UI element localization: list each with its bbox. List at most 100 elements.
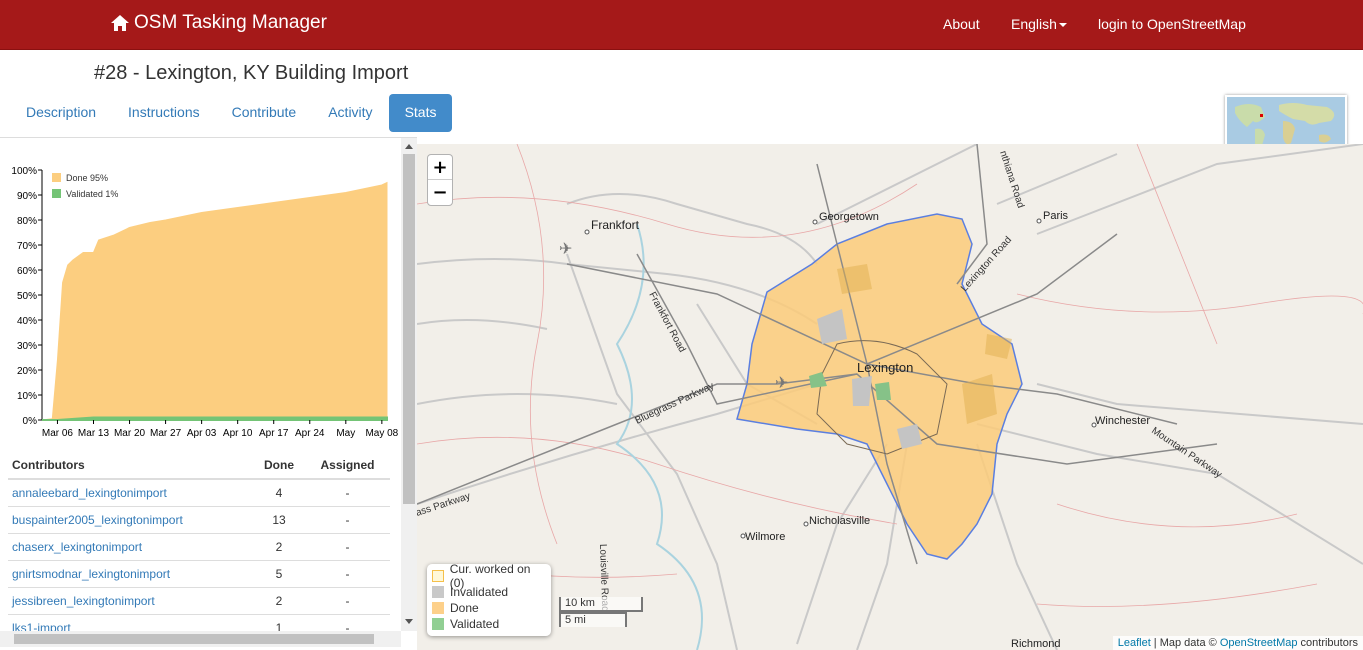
stats-panel: 0% 10% 20% 30% 40% 50% 60% 70% 80% 90% 100% Mar 06 M… bbox=[0, 137, 417, 650]
caret-down-icon bbox=[1058, 23, 1067, 28]
table-row: chaserx_lexingtonimport 2- bbox=[8, 533, 390, 561]
table-row: annaleebard_lexingtonimport 4- bbox=[8, 479, 390, 507]
attribution-text: | Map data © bbox=[1150, 637, 1220, 649]
map-attribution: Leaflet | Map data © OpenStreetMap contr… bbox=[1112, 636, 1363, 650]
place-georgetown: Georgetown bbox=[819, 211, 879, 223]
scroll-up-icon[interactable] bbox=[405, 144, 413, 149]
contributor-link[interactable]: jessibreen_lexingtonimport bbox=[12, 594, 155, 608]
assigned-count: - bbox=[305, 533, 390, 561]
legend-label: Invalidated bbox=[450, 585, 509, 599]
header-done[interactable]: Done bbox=[252, 452, 306, 480]
x-tick-label: Apr 24 bbox=[295, 428, 325, 439]
osm-link[interactable]: OpenStreetMap bbox=[1220, 637, 1298, 649]
scale-bar: 10 km 5 mi bbox=[559, 597, 643, 627]
zoom-out-button[interactable]: − bbox=[428, 180, 452, 205]
x-tick-label: Mar 20 bbox=[114, 428, 146, 439]
map-tiles: ✈ ✈ Frankfort Georgetown Paris Lexington… bbox=[417, 144, 1363, 650]
y-tick-label: 100% bbox=[11, 166, 37, 177]
airport-icon: ✈ bbox=[775, 375, 788, 392]
legend-swatch bbox=[432, 586, 444, 598]
assigned-count: - bbox=[305, 560, 390, 588]
tab-bar: Description Instructions Contribute Acti… bbox=[10, 94, 453, 132]
x-tick-label: May 08 bbox=[365, 428, 398, 439]
done-count: 13 bbox=[252, 506, 306, 534]
legend-row: Validated bbox=[432, 616, 546, 632]
x-tick-label: Mar 13 bbox=[78, 428, 110, 439]
series-area-done bbox=[41, 181, 388, 421]
legend-swatch bbox=[52, 173, 61, 182]
place-frankfort: Frankfort bbox=[591, 218, 640, 232]
horizontal-scrollbar[interactable] bbox=[0, 631, 401, 647]
map[interactable]: ✈ ✈ Frankfort Georgetown Paris Lexington… bbox=[417, 144, 1363, 650]
done-count: 4 bbox=[252, 479, 306, 507]
vertical-scrollbar[interactable] bbox=[401, 138, 417, 631]
tab-contribute[interactable]: Contribute bbox=[216, 94, 313, 132]
road-bluegrass: Bluegrass Parkway bbox=[634, 381, 716, 427]
x-tick-label: Mar 27 bbox=[150, 428, 182, 439]
zoom-in-button[interactable]: + bbox=[428, 155, 452, 180]
x-tick-label: May bbox=[336, 428, 355, 439]
place-winchester: Winchester bbox=[1095, 415, 1150, 427]
contributor-link[interactable]: buspainter2005_lexingtonimport bbox=[12, 513, 183, 527]
contributor-link[interactable]: gnirtsmodnar_lexingtonimport bbox=[12, 567, 170, 581]
done-count: 5 bbox=[252, 560, 306, 588]
scale-km: 10 km bbox=[559, 597, 643, 612]
airport-icon: ✈ bbox=[559, 241, 572, 258]
x-tick-label: Mar 06 bbox=[42, 428, 74, 439]
language-dropdown[interactable]: English bbox=[1011, 16, 1067, 32]
series-area-validated bbox=[42, 416, 388, 421]
table-header-row: Contributors Done Assigned bbox=[8, 452, 390, 480]
header-assigned[interactable]: Assigned bbox=[305, 452, 390, 480]
place-nicholasville: Nicholasville bbox=[809, 515, 870, 527]
place-lexington: Lexington bbox=[857, 360, 913, 375]
map-legend: Cur. worked on (0) Invalidated Done Vali… bbox=[427, 562, 551, 636]
attribution-suffix: contributors bbox=[1297, 637, 1358, 649]
tab-description[interactable]: Description bbox=[10, 94, 112, 132]
tab-stats[interactable]: Stats bbox=[388, 94, 453, 132]
road-cynthiana: nthiana Road bbox=[997, 150, 1026, 210]
y-tick-label: 40% bbox=[17, 316, 37, 327]
assigned-count: - bbox=[305, 587, 390, 615]
legend-label: Validated 1% bbox=[66, 189, 118, 199]
header-contributors[interactable]: Contributors bbox=[8, 452, 253, 480]
scale-mi: 5 mi bbox=[559, 612, 627, 627]
tab-instructions[interactable]: Instructions bbox=[112, 94, 216, 132]
legend-label: Done 95% bbox=[66, 173, 108, 183]
place-wilmore: Wilmore bbox=[745, 531, 785, 543]
y-tick-label: 30% bbox=[17, 341, 37, 352]
place-paris: Paris bbox=[1043, 210, 1069, 222]
navbar: OSM Tasking Manager About English login … bbox=[0, 0, 1363, 50]
place-richmond: Richmond bbox=[1011, 638, 1061, 650]
legend-label: Done bbox=[450, 601, 479, 615]
brand-link[interactable]: OSM Tasking Manager bbox=[110, 12, 327, 34]
legend-swatch bbox=[432, 570, 444, 582]
assigned-count: - bbox=[305, 479, 390, 507]
scroll-down-icon[interactable] bbox=[405, 619, 413, 624]
assigned-count: - bbox=[305, 506, 390, 534]
contributor-link[interactable]: annaleebard_lexingtonimport bbox=[12, 486, 167, 500]
table-row: jessibreen_lexingtonimport 2- bbox=[8, 587, 390, 615]
y-tick-label: 60% bbox=[17, 266, 37, 277]
scrollbar-thumb[interactable] bbox=[14, 634, 374, 644]
contributor-link[interactable]: chaserx_lexingtonimport bbox=[12, 540, 142, 554]
y-tick-label: 70% bbox=[17, 241, 37, 252]
table-row: buspainter2005_lexingtonimport 13- bbox=[8, 506, 390, 534]
zoom-control: + − bbox=[427, 154, 453, 206]
tab-activity[interactable]: Activity bbox=[312, 94, 388, 132]
road-frankfort: Frankfort Road bbox=[646, 290, 687, 354]
legend-swatch bbox=[432, 618, 444, 630]
about-link[interactable]: About bbox=[943, 16, 980, 32]
login-link[interactable]: login to OpenStreetMap bbox=[1098, 16, 1246, 32]
contributors-table: Contributors Done Assigned annaleebard_l… bbox=[8, 452, 390, 642]
y-tick-label: 80% bbox=[17, 216, 37, 227]
y-tick-label: 20% bbox=[17, 366, 37, 377]
scrollbar-thumb[interactable] bbox=[403, 154, 415, 504]
language-label: English bbox=[1011, 16, 1057, 32]
x-tick-label: Apr 03 bbox=[187, 428, 217, 439]
y-tick-label: 50% bbox=[17, 291, 37, 302]
done-count: 2 bbox=[252, 587, 306, 615]
done-count: 2 bbox=[252, 533, 306, 561]
leaflet-link[interactable]: Leaflet bbox=[1118, 637, 1151, 649]
table-row: gnirtsmodnar_lexingtonimport 5- bbox=[8, 560, 390, 588]
brand-label: OSM Tasking Manager bbox=[134, 12, 327, 33]
